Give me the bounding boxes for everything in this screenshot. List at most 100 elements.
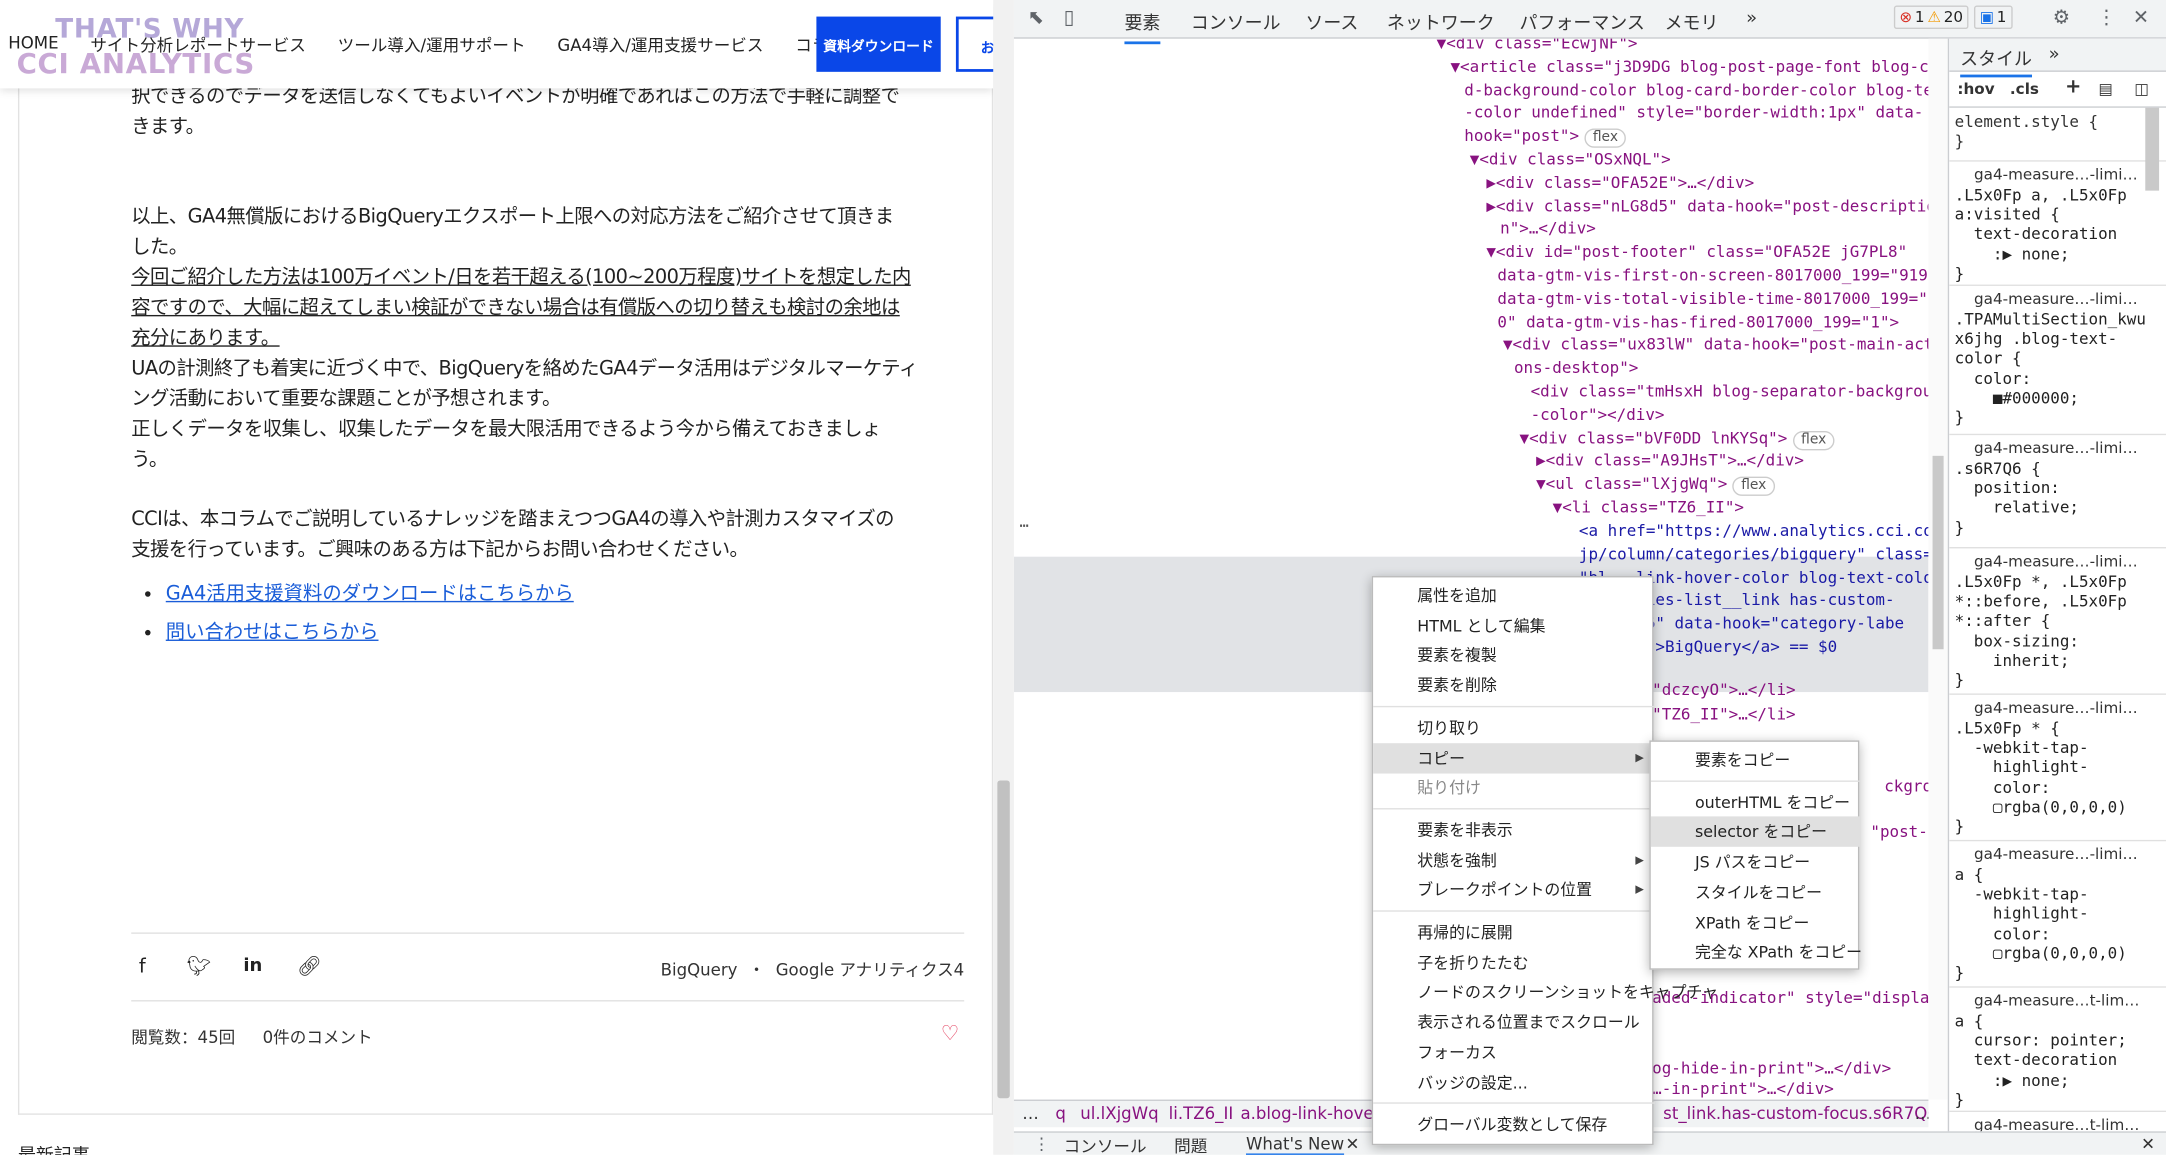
rule-source-link[interactable]: ga4-measure…-limi…: [1974, 439, 2138, 457]
more-tabs-chevron-icon[interactable]: »: [1746, 8, 1757, 29]
copy-submenu-item[interactable]: JS パスをコピー: [1651, 847, 1861, 877]
category-label-bigquery[interactable]: BigQuery: [661, 960, 738, 979]
breadcrumb-item[interactable]: …: [1022, 1104, 1039, 1123]
breadcrumb-item[interactable]: …: [1915, 1104, 1929, 1123]
context-menu-item[interactable]: 子を折りたたむ: [1373, 947, 1655, 977]
breadcrumb-item[interactable]: q: [1055, 1104, 1066, 1123]
close-icon[interactable]: ✕: [2141, 1134, 2155, 1153]
copy-submenu-item[interactable]: selector をコピー: [1650, 816, 1861, 848]
style-rule[interactable]: .L5x0Fp * { -webkit-tap- highlight- colo…: [1955, 718, 2143, 836]
dom-node-line[interactable]: ▼<article class="j3D9DG blog-post-page-f…: [1450, 55, 1928, 78]
tab-network[interactable]: ネットワーク: [1387, 8, 1495, 35]
dom-node-line[interactable]: "dczcyO">…</li>: [1652, 678, 1795, 701]
context-menu-item[interactable]: 要素を複製: [1373, 640, 1655, 670]
dom-tree-scrollbar-thumb[interactable]: [1932, 455, 1944, 650]
copy-submenu-item[interactable]: outerHTML をコピー: [1651, 787, 1861, 817]
context-menu-item[interactable]: 貼り付け: [1373, 772, 1655, 802]
context-menu-item[interactable]: 要素を削除: [1373, 670, 1655, 700]
dom-node-line[interactable]: ▼<li class="TZ6_II">: [1553, 496, 1744, 519]
error-badge[interactable]: ⊗ 1 ⚠ 20: [1893, 5, 1969, 30]
rule-source-link[interactable]: ga4-measure…t-lim…: [1974, 1116, 2139, 1131]
context-menu-item[interactable]: バッジの設定...: [1373, 1067, 1655, 1097]
add-rule-icon[interactable]: +: [2065, 76, 2081, 98]
dom-node-line[interactable]: -color"></div>: [1531, 403, 1665, 426]
breadcrumb-item[interactable]: ul.lXjgWq: [1080, 1104, 1158, 1123]
dom-node-line[interactable]: ▼<div class="ux83lW" data-hook="post-mai…: [1503, 333, 1928, 356]
copy-submenu-item[interactable]: スタイルをコピー: [1651, 877, 1861, 907]
context-menu-item[interactable]: HTML として編集: [1373, 610, 1655, 640]
style-rule[interactable]: a { -webkit-tap- highlight- color: ▢rgba…: [1955, 865, 2143, 983]
drawer-tab-console[interactable]: コンソール: [1064, 1134, 1147, 1155]
dom-node-line[interactable]: ▼<div class="OSxNQL">: [1470, 148, 1671, 171]
context-menu-item[interactable]: フォーカス: [1373, 1037, 1655, 1067]
style-rule[interactable]: .L5x0Fp *, .L5x0Fp *::before, .L5x0Fp *:…: [1955, 572, 2143, 690]
download-doc-link[interactable]: GA4活用支援資料のダウンロードはこちらから: [166, 583, 574, 605]
more-options-icon[interactable]: ⋮: [2097, 7, 2116, 29]
tab-sources[interactable]: ソース: [1305, 8, 1358, 35]
rule-source-link[interactable]: ga4-measure…-limi…: [1974, 845, 2138, 863]
context-menu-item[interactable]: 要素を非表示: [1373, 815, 1655, 845]
selected-node-line[interactable]: <a href="https://www.analytics.cci.co.: [1579, 519, 1928, 542]
twitter-icon[interactable]: 🐦︎: [186, 956, 211, 978]
more-tabs-chevron-icon[interactable]: »: [2049, 44, 2060, 65]
page-scrollbar-thumb[interactable]: [997, 780, 1010, 1099]
dom-node-line[interactable]: -color undefined" style="border-width:1p…: [1464, 101, 1923, 124]
context-menu-item[interactable]: 状態を強制 ▶: [1373, 845, 1655, 875]
flex-badge[interactable]: flex: [1584, 128, 1627, 149]
style-rule[interactable]: a { cursor: pointer; text-decoration :▶ …: [1955, 1011, 2143, 1109]
dom-node-line[interactable]: ▼<ul class="lXjgWq"> flex: [1536, 473, 1775, 497]
facebook-icon[interactable]: f: [131, 956, 153, 978]
nav-item-ga4-support[interactable]: GA4導入/運用支援サービス: [557, 33, 763, 56]
breadcrumb-item[interactable]: li.TZ6_II: [1169, 1104, 1234, 1123]
rule-source-link[interactable]: ga4-measure…-limi…: [1974, 166, 2138, 184]
flex-badge[interactable]: flex: [1792, 430, 1835, 450]
context-menu-item[interactable]: ノードのスクリーンショットをキャプチャ: [1373, 977, 1718, 1007]
breadcrumb-item[interactable]: st_link.has-custom-focus.s6R7Q6: [1663, 1104, 1928, 1123]
dom-node-line[interactable]: ▼<div id="post-footer" class="OFA52E jG7…: [1486, 241, 1907, 264]
dom-node-line[interactable]: og-hide-in-print">…</div>: [1652, 1057, 1891, 1080]
context-menu-item[interactable]: 再帰的に展開: [1373, 917, 1655, 947]
contact-link[interactable]: 問い合わせはこちらから: [166, 622, 379, 644]
ellipsis-icon[interactable]: ⋯: [1019, 514, 1029, 537]
drawer-tab-issues[interactable]: 問題: [1174, 1134, 1207, 1155]
cls-toggle[interactable]: .cls: [2010, 80, 2039, 98]
dom-node-line[interactable]: "TZ6_II">…</li>: [1652, 703, 1795, 726]
dom-node-line[interactable]: ▶<div class="OFA52E">…</div>: [1486, 171, 1754, 194]
download-button[interactable]: 資料ダウンロード: [816, 16, 941, 72]
close-icon[interactable]: ✕: [2133, 7, 2149, 29]
nav-item-tool-support[interactable]: ツール導入/運用サポート: [338, 33, 526, 56]
device-toggle-icon[interactable]: ▯: [1064, 7, 1075, 29]
dom-node-line[interactable]: ▶<div class="nLG8d5" data-hook="post-des…: [1486, 194, 1928, 217]
inspect-cursor-icon[interactable]: ⬉: [1028, 7, 1044, 29]
contact-button[interactable]: お: [955, 16, 994, 72]
context-menu-item[interactable]: グローバル変数として保存: [1373, 1110, 1655, 1140]
element-style-rule[interactable]: element.style { }: [1955, 112, 2143, 151]
linkedin-icon[interactable]: in: [242, 956, 264, 978]
dom-node-line[interactable]: ons-desktop">: [1514, 357, 1638, 380]
styles-scrollbar-thumb[interactable]: [2145, 107, 2160, 191]
category-label-ga4[interactable]: Google アナリティクス4: [776, 960, 964, 979]
context-menu-item[interactable]: コピー ▶: [1373, 742, 1655, 773]
drawer-menu-icon[interactable]: ⋮: [1033, 1134, 1050, 1153]
dom-node-line[interactable]: ▼<div class="bVF0DD lnKYSq"> flex: [1520, 426, 1835, 450]
dom-node-line[interactable]: "post-m: [1870, 821, 1928, 844]
rule-source-link[interactable]: ga4-measure…-limi…: [1974, 699, 2138, 717]
message-badge[interactable]: ▣ 1: [1974, 5, 2012, 30]
copy-submenu-item[interactable]: XPath をコピー: [1651, 907, 1861, 937]
style-rule[interactable]: .s6R7Q6 { position: relative; }: [1955, 459, 2143, 537]
dom-node-line[interactable]: ▼<div class="EcwjNF">: [1437, 39, 1638, 55]
dom-node-line[interactable]: d-background-color blog-card-border-colo…: [1464, 78, 1928, 101]
dom-node-line[interactable]: hook="post"> flex: [1464, 125, 1627, 149]
context-menu-item[interactable]: 切り取り: [1373, 713, 1655, 743]
issue-badges[interactable]: ⊗ 1 ⚠ 20 ▣ 1: [1893, 5, 2012, 30]
breadcrumb-item[interactable]: a.blog-link-hover-: [1240, 1104, 1385, 1123]
context-menu-item[interactable]: 表示される位置までスクロール: [1373, 1007, 1655, 1037]
tab-performance[interactable]: パフォーマンス: [1520, 8, 1645, 35]
style-rule[interactable]: .L5x0Fp a, .L5x0Fp a:visited { text-deco…: [1955, 185, 2143, 283]
dom-node-line[interactable]: <div class="tmHsxH blog-separator-backgr…: [1531, 380, 1929, 403]
rule-source-link[interactable]: ga4-measure…-limi…: [1974, 553, 2138, 571]
rule-source-link[interactable]: ga4-measure…-limi…: [1974, 290, 2138, 308]
hov-toggle[interactable]: :hov: [1957, 80, 1994, 98]
tab-memory[interactable]: メモリ: [1665, 8, 1719, 35]
nav-item-site-report[interactable]: サイト分析レポートサービス: [90, 33, 306, 56]
